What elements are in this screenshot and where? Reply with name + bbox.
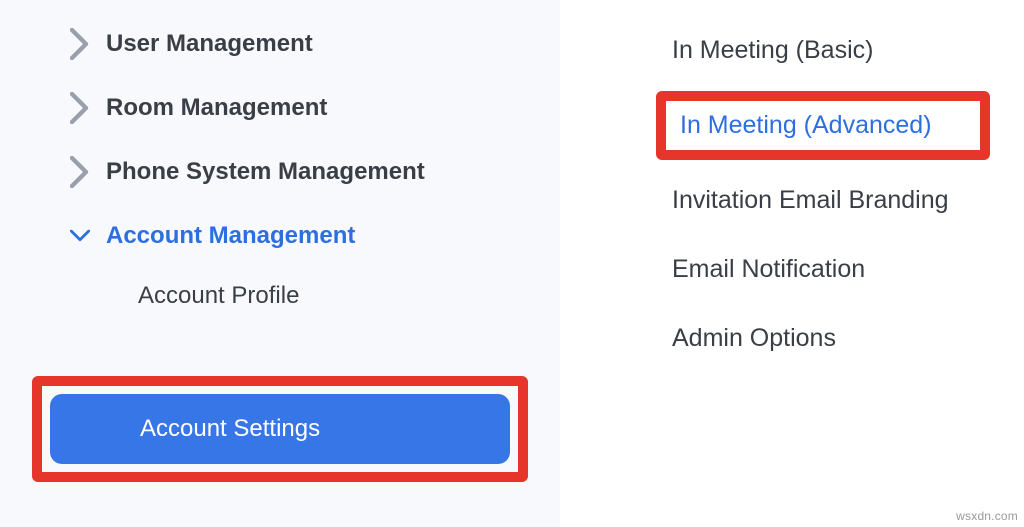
settings-section-list: In Meeting (Basic) In Meeting (Advanced)… (610, 0, 1024, 373)
nav-item-label: User Management (106, 30, 313, 58)
highlight-account-settings: Account Settings (32, 376, 528, 482)
nav-item-label: Account Management (106, 222, 355, 250)
section-link-label: Email Notification (672, 255, 865, 283)
nav-item-label: Phone System Management (106, 158, 425, 186)
sub-item-account-profile[interactable]: Account Profile (0, 268, 560, 324)
section-link-invitation-email-branding[interactable]: Invitation Email Branding (610, 166, 1024, 235)
section-link-admin-options[interactable]: Admin Options (610, 304, 1024, 373)
nav-item-account-management[interactable]: Account Management (0, 204, 560, 268)
sub-item-label: Account Settings (140, 415, 320, 443)
section-link-label: Invitation Email Branding (672, 186, 949, 214)
section-link-in-meeting-basic[interactable]: In Meeting (Basic) (610, 16, 1024, 85)
section-link-in-meeting-advanced[interactable]: In Meeting (Advanced) (676, 109, 970, 142)
nav-item-label: Room Management (106, 94, 327, 122)
section-link-label: In Meeting (Advanced) (680, 111, 932, 139)
section-link-label: Admin Options (672, 324, 836, 352)
chevron-down-icon (70, 230, 90, 243)
nav-item-room-management[interactable]: Room Management (0, 76, 560, 140)
chevron-right-icon (70, 156, 90, 188)
nav-item-phone-system-management[interactable]: Phone System Management (0, 140, 560, 204)
section-link-label: In Meeting (Basic) (672, 36, 873, 64)
sub-item-label: Account Profile (138, 282, 299, 309)
chevron-right-icon (70, 92, 90, 124)
highlight-in-meeting-advanced: In Meeting (Advanced) (656, 91, 990, 160)
nav-item-user-management[interactable]: User Management (0, 12, 560, 76)
chevron-right-icon (70, 28, 90, 60)
watermark-text: wsxdn.com (956, 509, 1018, 523)
sub-item-account-settings[interactable]: Account Settings (50, 394, 510, 464)
section-link-email-notification[interactable]: Email Notification (610, 235, 1024, 304)
